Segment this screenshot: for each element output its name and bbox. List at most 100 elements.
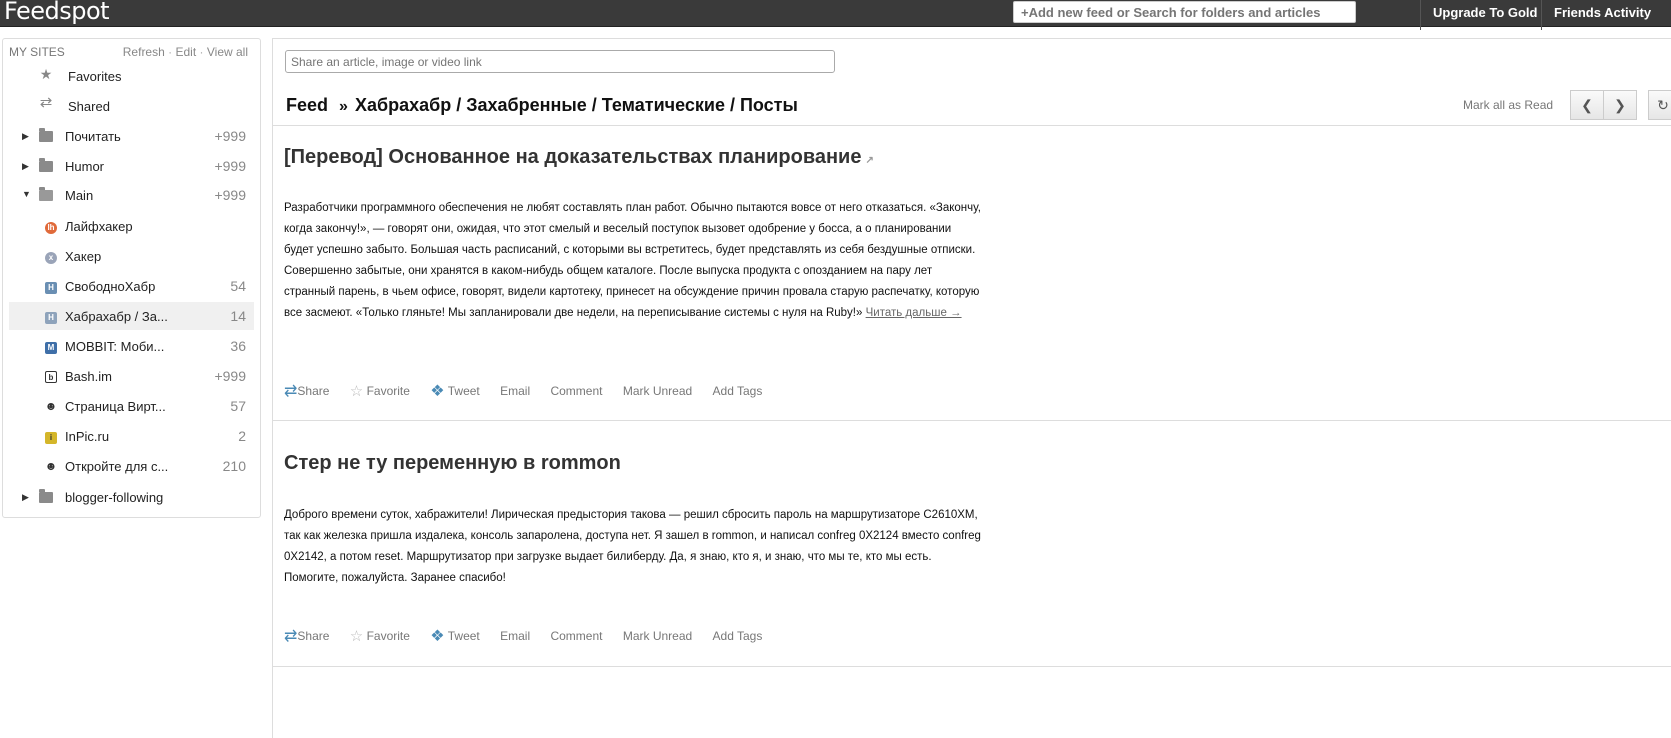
share-button[interactable]: ⇄Share — [284, 626, 329, 646]
favorite-label: Favorite — [366, 384, 410, 398]
sidebar-item-label: СвободноХабр — [65, 279, 156, 294]
previous-article-button[interactable]: ❮ — [1570, 90, 1604, 120]
edit-link[interactable]: Edit — [175, 45, 196, 59]
sidebar-item-label: Favorites — [68, 69, 122, 84]
article-body: Разработчики программного обеспечения не… — [284, 198, 984, 324]
unread-count: 57 — [230, 398, 246, 414]
mark-unread-button[interactable]: Mark Unread — [623, 384, 692, 398]
article-actions: ⇄Share ☆ Favorite ❖ Tweet Email Comment … — [284, 381, 779, 401]
caret-right-icon[interactable]: ▶ — [22, 492, 29, 503]
top-bar: Feedspot Upgrade To Gold Friends Activit… — [0, 0, 1671, 30]
sidebar-feed-stranica[interactable]: ☻ Страница Вирт... 57 — [9, 392, 254, 420]
article-title[interactable]: [Перевод] Основанное на доказательствах … — [284, 146, 874, 169]
friends-activity-link[interactable]: Friends Activity — [1554, 5, 1651, 20]
next-article-button[interactable]: ❯ — [1603, 90, 1637, 120]
twitter-icon: ❖ — [430, 383, 445, 400]
favorite-label: Favorite — [366, 629, 410, 643]
share-icon: ⇄ — [284, 628, 298, 645]
caret-right-icon[interactable]: ▶ — [22, 131, 29, 142]
sidebar-folder-pochitat[interactable]: ▶ Почитать +999 — [9, 122, 254, 150]
add-tags-button[interactable]: Add Tags — [713, 384, 763, 398]
upgrade-to-gold-link[interactable]: Upgrade To Gold — [1433, 5, 1537, 20]
unread-count: +999 — [214, 158, 246, 174]
chevron-right-icon: ❯ — [1614, 97, 1626, 113]
share-link-input[interactable] — [285, 50, 835, 73]
unread-count: +999 — [214, 128, 246, 144]
sidebar-item-label: Страница Вирт... — [65, 399, 166, 414]
breadcrumb-feed[interactable]: Feed — [286, 95, 328, 115]
refresh-link[interactable]: Refresh — [123, 45, 165, 59]
unread-count: +999 — [214, 187, 246, 203]
share-button[interactable]: ⇄Share — [284, 381, 329, 401]
sidebar-folder-main[interactable]: ▼ Main +999 — [9, 181, 254, 209]
person-icon: ☻ — [44, 399, 58, 413]
tweet-button[interactable]: ❖ Tweet — [430, 381, 479, 401]
sidebar-item-label: Хабрахабр / За... — [65, 309, 168, 324]
article-title-text[interactable]: Стер не ту переменную в rommon — [284, 452, 621, 474]
breadcrumb-path: Хабрахабр / Захабренные / Тематические /… — [354, 95, 798, 115]
tweet-label: Tweet — [447, 629, 480, 643]
separator-dot: · — [199, 45, 204, 59]
add-tags-button[interactable]: Add Tags — [713, 629, 763, 643]
sidebar-feed-mobbit[interactable]: M MOBBIT: Моби... 36 — [9, 332, 254, 360]
star-icon: ★ — [39, 66, 53, 82]
favorite-button[interactable]: ☆ Favorite — [350, 627, 410, 645]
sidebar-item-label: blogger-following — [65, 490, 164, 505]
feedspot-logo[interactable]: Feedspot — [4, 0, 110, 25]
share-label: Share — [297, 629, 330, 643]
star-icon: ☆ — [349, 628, 364, 645]
sidebar-item-label: Хакер — [65, 249, 102, 264]
caret-right-icon[interactable]: ▶ — [22, 161, 29, 172]
sidebar-actions: Refresh · Edit · View all — [123, 45, 248, 59]
view-all-link[interactable]: View all — [207, 45, 248, 59]
sidebar-folder-humor[interactable]: ▶ Humor +999 — [9, 152, 254, 180]
sidebar-feed-lifehacker[interactable]: lh Лайфхакер — [9, 212, 254, 240]
habr-icon: H — [44, 309, 58, 324]
read-more-link[interactable]: Читать дальше → — [866, 307, 962, 319]
email-button[interactable]: Email — [500, 384, 530, 398]
refresh-button[interactable]: ↻ — [1648, 90, 1671, 120]
external-link-icon[interactable]: ↗ — [865, 155, 873, 166]
sidebar-item-label: Откройте для с... — [65, 459, 169, 474]
mark-unread-button[interactable]: Mark Unread — [623, 629, 692, 643]
article-title-text[interactable]: [Перевод] Основанное на доказательствах … — [284, 146, 861, 168]
mark-all-read-button[interactable]: Mark all as Read — [1463, 98, 1553, 112]
sidebar-feed-otkroyte[interactable]: ☻ Откройте для с... 210 — [9, 452, 254, 480]
breadcrumb-arrow: » — [339, 98, 348, 115]
sidebar-item-label: Humor — [65, 159, 105, 174]
caret-down-icon[interactable]: ▼ — [22, 189, 31, 199]
sidebar-folder-blogger-following[interactable]: ▶ blogger-following — [9, 483, 254, 511]
favorite-button[interactable]: ☆ Favorite — [350, 382, 410, 400]
divider — [1541, 0, 1542, 30]
comment-button[interactable]: Comment — [550, 384, 602, 398]
tweet-button[interactable]: ❖ Tweet — [430, 626, 479, 646]
sidebar-feed-inpic[interactable]: i InPic.ru 2 — [9, 422, 254, 450]
divider — [273, 125, 1671, 126]
sidebar-feed-habrahabr[interactable]: H Хабрахабр / За... 14 — [9, 302, 254, 330]
comment-button[interactable]: Comment — [550, 629, 602, 643]
star-icon: ☆ — [349, 383, 364, 400]
folder-open-icon — [39, 187, 53, 202]
add-feed-search-input[interactable] — [1013, 1, 1356, 23]
sidebar-feed-bash[interactable]: b Bash.im +999 — [9, 362, 254, 390]
unread-count: 36 — [230, 338, 246, 354]
sidebar-item-favorites[interactable]: ★ Favorites — [9, 62, 254, 90]
mobbit-icon: M — [44, 339, 58, 354]
sidebar-item-shared[interactable]: ⇄ Shared — [9, 92, 254, 120]
article-body-text: Доброго времени суток, хабражители! Лири… — [284, 509, 981, 584]
article-actions: ⇄Share ☆ Favorite ❖ Tweet Email Comment … — [284, 626, 779, 646]
separator-dot: · — [168, 45, 173, 59]
unread-count: 2 — [238, 428, 246, 444]
article-body: Доброго времени суток, хабражители! Лири… — [284, 505, 984, 589]
habr-icon: H — [44, 279, 58, 294]
article-title[interactable]: Стер не ту переменную в rommon — [284, 452, 621, 475]
twitter-icon: ❖ — [430, 628, 445, 645]
sidebar-item-label: Почитать — [65, 129, 121, 144]
my-sites-heading: MY SITES — [9, 45, 65, 59]
sidebar-feed-svobodnohabr[interactable]: H СвободноХабр 54 — [9, 272, 254, 300]
email-button[interactable]: Email — [500, 629, 530, 643]
folder-icon — [39, 158, 53, 173]
chevron-left-icon: ❮ — [1581, 97, 1593, 113]
sidebar-feed-xakep[interactable]: x Хакер — [9, 242, 254, 270]
inpic-icon: i — [44, 429, 58, 444]
